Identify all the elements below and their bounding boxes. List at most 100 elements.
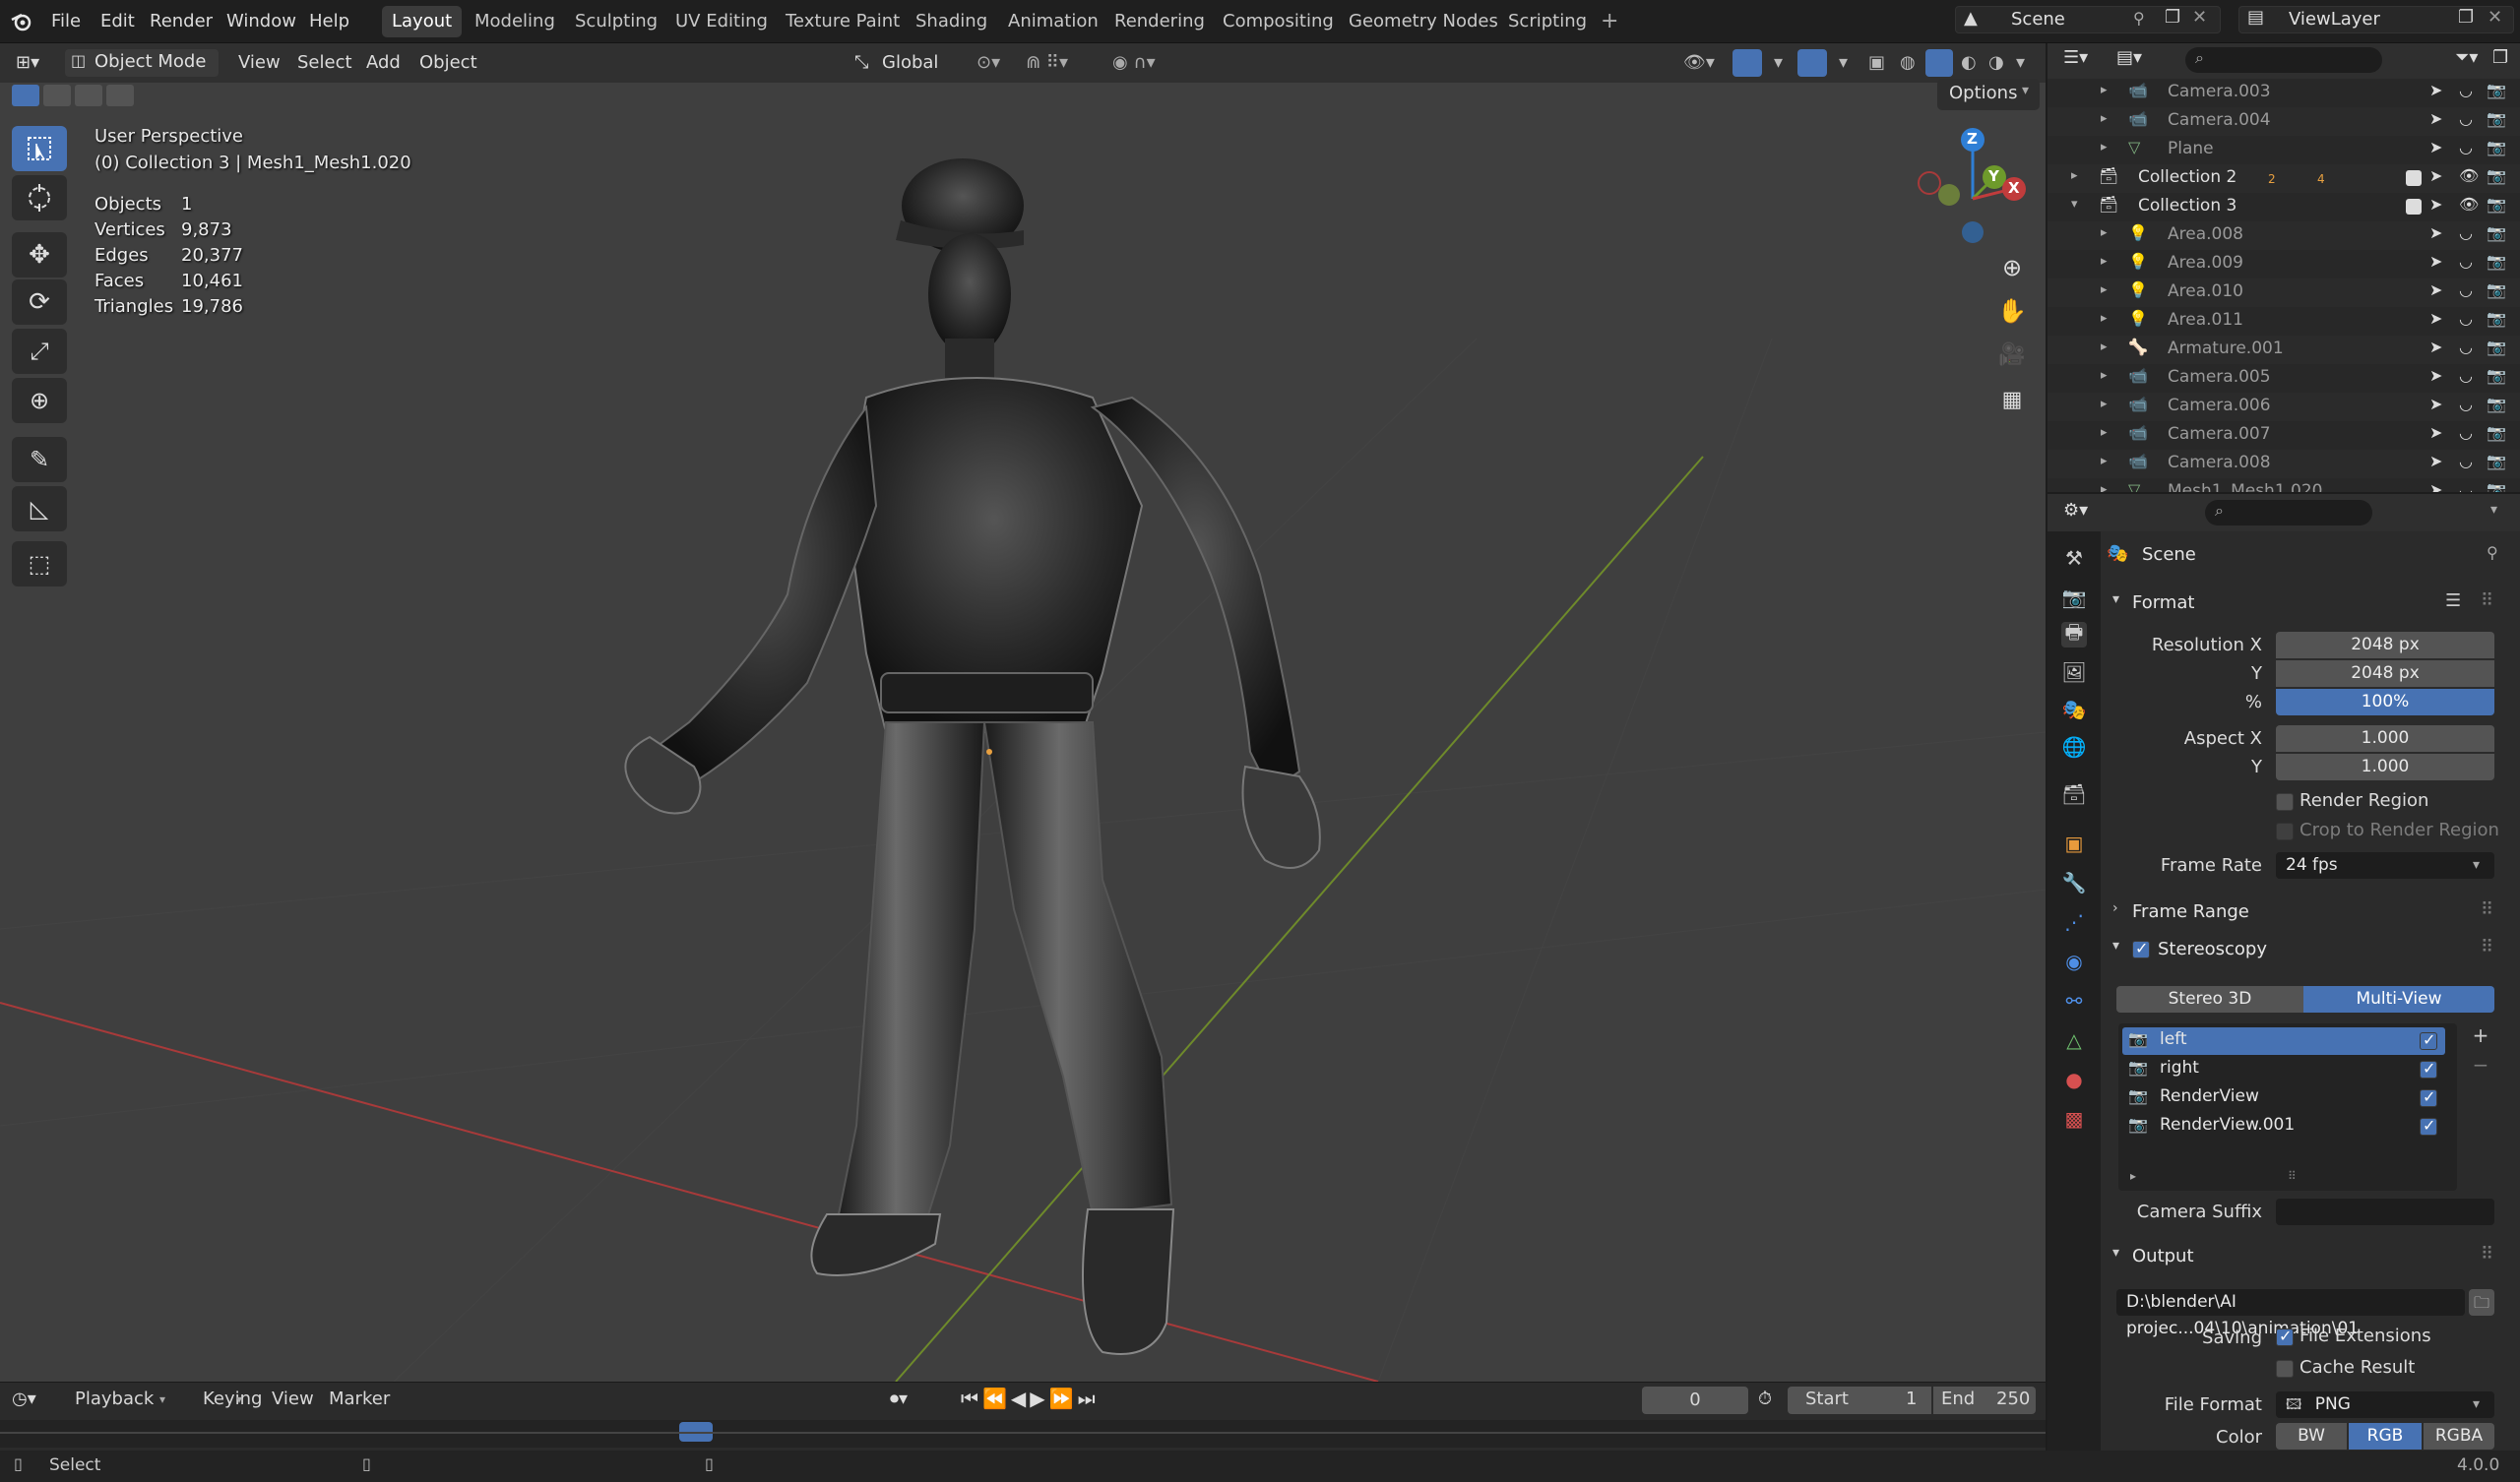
- folder-icon[interactable]: 🗀: [2469, 1289, 2494, 1316]
- visibility-eye-icon[interactable]: ◡: [2459, 252, 2473, 271]
- list-expand-icon[interactable]: ▸: [2130, 1169, 2136, 1183]
- tab-rendering[interactable]: Rendering: [1104, 6, 1215, 37]
- menu-window[interactable]: Window: [220, 6, 302, 37]
- menu-timeline-view[interactable]: View: [272, 1389, 314, 1409]
- delete-scene-icon[interactable]: ✕: [2192, 7, 2207, 28]
- render-camera-icon[interactable]: 📷: [2487, 480, 2506, 492]
- physics-tab-icon[interactable]: ◉: [2061, 949, 2087, 974]
- expand-toggle-icon[interactable]: ▸: [2101, 140, 2108, 154]
- outliner-object-row[interactable]: ▸ 📹 Camera.003 ➤ ◡ 📷: [2048, 79, 2520, 107]
- new-view-layer-icon[interactable]: ❐: [2458, 7, 2474, 28]
- outliner-editor-icon[interactable]: ☰▾: [2063, 47, 2088, 68]
- view-layer-tab-icon[interactable]: 🖼: [2061, 659, 2087, 685]
- resolution-y-field[interactable]: 2048 px: [2276, 660, 2494, 687]
- material-shading-icon[interactable]: ◐: [1955, 47, 1983, 79]
- tab-modeling[interactable]: Modeling: [465, 6, 565, 37]
- expand-toggle-icon[interactable]: ▸: [2101, 397, 2108, 411]
- timeline-frames-area[interactable]: [0, 1420, 2046, 1448]
- wireframe-shading-icon[interactable]: ◍: [1894, 47, 1922, 79]
- color-rgb-button[interactable]: RGB: [2349, 1423, 2422, 1450]
- render-camera-icon[interactable]: 📷: [2487, 366, 2506, 385]
- shading-dropdown-icon[interactable]: ▾: [2010, 47, 2031, 79]
- pin-icon[interactable]: ⚲: [2133, 9, 2145, 28]
- selectable-arrow-icon[interactable]: ➤: [2429, 138, 2442, 156]
- zoom-icon[interactable]: ⊕: [1992, 248, 2032, 287]
- file-format-dropdown[interactable]: 🖾 PNG ▾: [2276, 1391, 2494, 1418]
- annotate-tool[interactable]: ✎: [12, 437, 67, 482]
- render-camera-icon[interactable]: 📷: [2487, 195, 2506, 214]
- mode-selector[interactable]: ◫ Object Mode: [65, 49, 219, 77]
- menu-add[interactable]: Add: [360, 47, 407, 79]
- stopwatch-icon[interactable]: ⏱: [1758, 1389, 1772, 1409]
- tab-scripting[interactable]: Scripting: [1498, 6, 1597, 37]
- selectable-arrow-icon[interactable]: ➤: [2429, 309, 2442, 328]
- list-resize-handle-icon[interactable]: ⠿: [2288, 1169, 2297, 1183]
- selectable-arrow-icon[interactable]: ➤: [2429, 223, 2442, 242]
- start-frame-field[interactable]: Start 1: [1788, 1387, 1931, 1414]
- expand-toggle-icon[interactable]: ▸: [2101, 454, 2108, 468]
- transform-tool[interactable]: ⊕: [12, 378, 67, 423]
- output-path-input[interactable]: D:\blender\AI projec...04\10\animation\0…: [2116, 1289, 2465, 1338]
- scene-selector[interactable]: ▲ Scene ⚲ ❐ ✕: [1955, 6, 2221, 33]
- render-camera-icon[interactable]: 📷: [2487, 423, 2506, 442]
- playback-controls[interactable]: ⏮⏪◀▶⏩⏭: [961, 1387, 1100, 1410]
- record-icon[interactable]: ⏺▾: [890, 1389, 908, 1409]
- view-list-item[interactable]: 📷 right: [2122, 1056, 2445, 1083]
- tab-geometry-nodes[interactable]: Geometry Nodes: [1339, 6, 1508, 37]
- gizmo-toggle-icon[interactable]: [1732, 49, 1762, 77]
- crop-region-checkbox[interactable]: [2276, 823, 2294, 840]
- select-new-icon[interactable]: [12, 85, 39, 106]
- selectable-arrow-icon[interactable]: ➤: [2429, 366, 2442, 385]
- render-camera-icon[interactable]: 📷: [2487, 81, 2506, 99]
- tab-layout[interactable]: Layout: [382, 6, 463, 37]
- expand-toggle-icon[interactable]: ▸: [2101, 282, 2108, 297]
- file-extensions-checkbox[interactable]: [2276, 1327, 2294, 1346]
- stereoscopy-panel-header[interactable]: ▾ Stereoscopy ⠿: [2107, 935, 2500, 970]
- selectable-arrow-icon[interactable]: ➤: [2429, 109, 2442, 128]
- proportional-edit-icon[interactable]: ◉ ∩▾: [1106, 47, 1162, 79]
- outliner-object-row[interactable]: ▸ 📹 Camera.005 ➤ ◡ 📷: [2048, 364, 2520, 393]
- visibility-eye-icon[interactable]: ◡: [2459, 480, 2473, 492]
- expand-toggle-icon[interactable]: ▸: [2101, 225, 2108, 240]
- drag-handle-icon[interactable]: ⠿: [2481, 937, 2493, 957]
- rendered-shading-icon[interactable]: ◑: [1983, 47, 2010, 79]
- particles-tab-icon[interactable]: ⋰: [2061, 909, 2087, 935]
- outliner-object-row[interactable]: ▸ 📹 Camera.006 ➤ ◡ 📷: [2048, 393, 2520, 421]
- chevron-down-icon[interactable]: ▾: [2490, 502, 2497, 518]
- tab-shading[interactable]: Shading: [906, 6, 997, 37]
- scale-tool[interactable]: ⤢: [12, 329, 67, 374]
- render-camera-icon[interactable]: 📷: [2487, 109, 2506, 128]
- collection-tab-icon[interactable]: 🗃: [2061, 781, 2087, 807]
- menu-help[interactable]: Help: [303, 6, 355, 37]
- frame-rate-dropdown[interactable]: 24 fps ▾: [2276, 852, 2494, 879]
- move-tool[interactable]: ✥: [12, 232, 67, 278]
- output-tab-icon[interactable]: 🖶: [2061, 620, 2087, 648]
- render-camera-icon[interactable]: 📷: [2487, 309, 2506, 328]
- visibility-eye-icon[interactable]: ◡: [2459, 423, 2473, 442]
- outliner-object-row[interactable]: ▸ 💡 Area.008 ➤ ◡ 📷: [2048, 221, 2520, 250]
- selectable-arrow-icon[interactable]: ➤: [2429, 480, 2442, 492]
- tab-animation[interactable]: Animation: [998, 6, 1108, 37]
- measure-tool[interactable]: ◺: [12, 486, 67, 531]
- visibility-icon[interactable]: 👁▾: [1677, 47, 1721, 79]
- selectable-arrow-icon[interactable]: ➤: [2429, 81, 2442, 99]
- overlay-toggle-icon[interactable]: [1797, 49, 1827, 77]
- menu-object[interactable]: Object: [413, 47, 483, 79]
- world-tab-icon[interactable]: 🌐: [2061, 734, 2087, 760]
- select-intersect-icon[interactable]: [106, 85, 134, 106]
- rotate-tool[interactable]: ⟳: [12, 279, 67, 325]
- outliner-object-row[interactable]: ▸ 📹 Camera.008 ➤ ◡ 📷: [2048, 450, 2520, 478]
- properties-editor-icon[interactable]: ⚙▾: [2063, 500, 2088, 521]
- view-layer-selector[interactable]: ▤ ViewLayer ❐ ✕: [2238, 6, 2514, 33]
- resolution-percent-slider[interactable]: 100%: [2276, 689, 2494, 715]
- expand-toggle-icon[interactable]: ▸: [2101, 368, 2108, 383]
- outliner-object-row[interactable]: ▸ 📹 Camera.007 ➤ ◡ 📷: [2048, 421, 2520, 450]
- new-scene-icon[interactable]: ❐: [2165, 7, 2180, 28]
- visibility-eye-icon[interactable]: 👁: [2459, 195, 2479, 214]
- menu-view[interactable]: View: [232, 47, 286, 79]
- view-list-item[interactable]: 📷 left: [2122, 1027, 2445, 1055]
- exclude-checkbox[interactable]: [2406, 170, 2422, 186]
- color-bw-button[interactable]: BW: [2276, 1423, 2347, 1450]
- blender-logo-icon[interactable]: [10, 10, 33, 33]
- render-camera-icon[interactable]: 📷: [2487, 280, 2506, 299]
